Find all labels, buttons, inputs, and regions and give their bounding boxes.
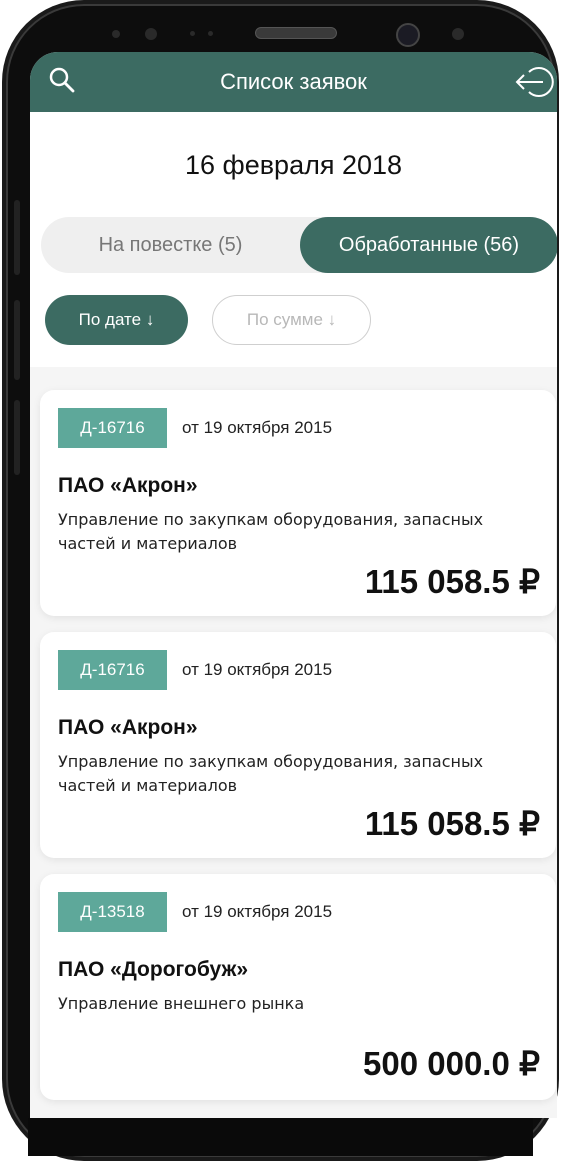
phone-side-button [14,400,20,475]
phone-camera [396,23,420,47]
request-amount: 115 058.5 ₽ [364,563,540,600]
page-title: Список заявок [220,69,367,94]
department-name: Управление внешнего рынка [58,994,305,1013]
sort-by-sum-button[interactable]: По сумме ↓ [212,295,371,345]
request-date: от 19 октября 2015 [182,418,333,437]
request-card[interactable]: Д-16716 от 19 октября 2015 ПАО «Акрон» У… [40,390,556,616]
phone-sensor [112,30,120,38]
request-card[interactable]: Д-16716 от 19 октября 2015 ПАО «Акрон» У… [40,632,556,858]
request-code-badge: Д-16716 [58,650,167,690]
request-list: Д-16716 от 19 октября 2015 ПАО «Акрон» У… [30,367,557,1118]
phone-top-bezel [0,0,561,56]
request-code-badge: Д-16716 [58,408,167,448]
main-content: 16 февраля 2018 На повестке (5) Обработа… [30,112,557,1118]
phone-bottom-bezel [28,1118,533,1156]
screen: Список заявок 16 февраля 2018 На повестк… [30,52,557,1118]
phone-sensor [208,31,213,36]
phone-sensor [452,28,464,40]
logout-icon[interactable] [515,64,555,100]
request-amount: 500 000.0 ₽ [363,1045,540,1082]
phone-speaker [255,27,337,39]
request-code-badge: Д-13518 [58,892,167,932]
company-name: ПАО «Дорогобуж» [58,958,249,981]
request-card[interactable]: Д-13518 от 19 октября 2015 ПАО «Дорогобу… [40,874,556,1100]
request-amount: 115 058.5 ₽ [364,805,540,842]
sort-by-date-button[interactable]: По дате ↓ [45,295,188,345]
company-name: ПАО «Акрон» [58,716,198,739]
request-date: от 19 октября 2015 [182,660,333,679]
phone-side-button [14,200,20,275]
app-header: Список заявок [30,52,557,112]
date-title: 16 февраля 2018 [184,150,403,180]
phone-sensor [145,28,157,40]
tabs: На повестке (5) Обработанные (56) [41,217,557,273]
department-name: Управление по закупкам оборудования, зап… [58,510,484,553]
tab-on-agenda[interactable]: На повестке (5) [41,217,300,273]
company-name: ПАО «Акрон» [58,474,198,497]
tab-processed[interactable]: Обработанные (56) [300,217,557,273]
phone-sensor [190,31,195,36]
request-date: от 19 октября 2015 [182,902,333,921]
phone-side-button [14,300,20,380]
department-name: Управление по закупкам оборудования, зап… [58,752,484,795]
